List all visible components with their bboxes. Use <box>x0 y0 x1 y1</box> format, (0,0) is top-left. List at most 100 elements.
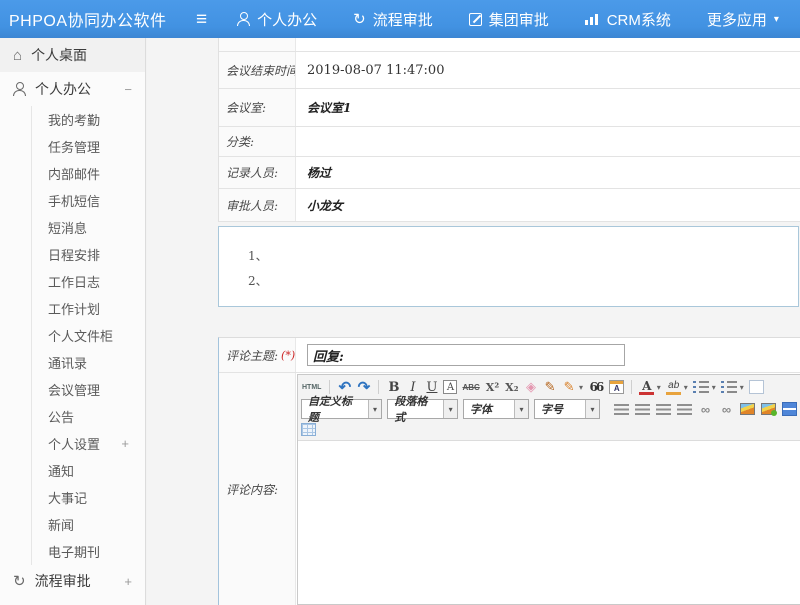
sidebar-item-short-message[interactable]: 短消息 <box>32 214 145 241</box>
font-color-caret[interactable]: ▾ <box>655 378 662 396</box>
format-dropdown[interactable]: 字号 ▾ <box>534 399 600 419</box>
nav-label: 流程审批 <box>373 9 433 30</box>
new-document-button[interactable] <box>749 380 764 394</box>
sidebar-item-e-journal[interactable]: 电子期刊 <box>32 538 145 565</box>
sidebar-item-label: 手机短信 <box>48 191 100 210</box>
link-button[interactable]: ∞ <box>698 400 713 418</box>
sidebar: ⌂ 个人桌面 个人办公 − 我的考勤 任务管理 内部邮件 手机短信 <box>0 38 146 605</box>
sidebar-item-personal-desktop[interactable]: ⌂ 个人桌面 <box>0 38 145 72</box>
minutes-line: 1、 <box>248 244 798 269</box>
align-left-button[interactable] <box>614 404 629 415</box>
chevron-down-icon[interactable]: ▾ <box>585 400 599 418</box>
hamburger-icon[interactable]: ≡ <box>196 10 207 29</box>
sidebar-item-major-events[interactable]: 大事记 <box>32 484 145 511</box>
sidebar-item-task-management[interactable]: 任务管理 <box>32 133 145 160</box>
edit-icon <box>469 13 482 26</box>
nav-group-approval[interactable]: 集团审批 <box>469 9 549 30</box>
superscript-button[interactable]: X² <box>485 378 500 396</box>
sidebar-item-label: 工作日志 <box>48 272 100 291</box>
unlink-button[interactable]: ∞ <box>719 400 734 418</box>
sidebar-item-work-plan[interactable]: 工作计划 <box>32 295 145 322</box>
table-row: 记录人员: 杨过 <box>219 157 800 189</box>
ordered-list-icon-button[interactable] <box>693 381 709 393</box>
subscript-button[interactable]: X₂ <box>504 378 519 396</box>
ordered-list-caret[interactable]: ▾ <box>710 378 717 396</box>
form-value: 杨过 <box>307 164 331 181</box>
nav-process-approval[interactable]: ↻ 流程审批 <box>353 9 433 30</box>
sidebar-item-label: 电子期刊 <box>48 542 100 561</box>
format-brush-button[interactable]: ✎ <box>543 378 558 396</box>
sidebar-item-label: 个人桌面 <box>31 45 87 65</box>
comment-content-label: 评论内容: <box>226 481 278 498</box>
unordered-list-caret[interactable]: ▾ <box>738 378 745 396</box>
paste-from-word-button[interactable]: A <box>609 380 624 394</box>
sidebar-item-label: 个人文件柜 <box>48 326 113 345</box>
media-button[interactable] <box>782 402 797 416</box>
nav-label: 集团审批 <box>489 9 549 30</box>
collapse-icon[interactable]: − <box>124 82 132 97</box>
blockquote-button[interactable]: 66 <box>589 378 606 396</box>
nav-personal-office[interactable]: 个人办公 <box>237 9 317 30</box>
sidebar-item-label: 任务管理 <box>48 137 100 156</box>
font-box-button[interactable]: A <box>443 380 457 394</box>
sidebar-item-label: 通知 <box>48 461 74 480</box>
text-color-button[interactable]: ✎ <box>562 378 577 396</box>
highlight-button[interactable]: ab <box>666 380 681 395</box>
unordered-list-icon-button[interactable] <box>721 381 737 393</box>
net-image-button[interactable] <box>761 403 776 415</box>
toolbar-separator <box>378 380 379 394</box>
sidebar-item-label: 会议管理 <box>48 380 100 399</box>
sidebar-item-process-approval[interactable]: ↻ 流程审批 + <box>0 565 145 597</box>
sidebar-item-attendance[interactable]: 我的考勤 <box>32 106 145 133</box>
sidebar-item-contacts[interactable]: 通讯录 <box>32 349 145 376</box>
font-color-button[interactable]: A <box>639 380 654 395</box>
minutes-line: 2、 <box>248 269 798 294</box>
align-justify-button[interactable] <box>677 404 692 415</box>
sidebar-item-label: 公告 <box>48 407 74 426</box>
app-logo: PHPOA协同办公软件 <box>0 7 196 31</box>
form-value-cell <box>296 127 800 156</box>
insert-table-button[interactable] <box>301 423 316 436</box>
sidebar-item-label: 个人办公 <box>35 79 91 99</box>
form-label: 会议结束时间: <box>219 52 296 88</box>
sidebar-item-personal-files[interactable]: 个人文件柜 <box>32 322 145 349</box>
form-value-cell: 杨过 <box>296 157 800 188</box>
sidebar-item-internal-mail[interactable]: 内部邮件 <box>32 160 145 187</box>
editor-content-area[interactable] <box>298 441 800 604</box>
sidebar-item-personal-settings[interactable]: 个人设置 + <box>32 430 145 457</box>
rich-text-editor: HTML ↶ ↷ B I <box>297 374 800 605</box>
nav-more-apps[interactable]: 更多应用 ▾ <box>707 9 779 30</box>
eraser-button[interactable]: ◈ <box>524 378 539 396</box>
sidebar-item-meeting-management[interactable]: 会议管理 <box>32 376 145 403</box>
form-label: 会议室: <box>219 89 296 126</box>
person-icon <box>13 82 26 96</box>
expand-icon[interactable]: + <box>124 574 132 589</box>
comment-subject-value-cell <box>296 338 800 372</box>
dropdown-value: 段落格式 <box>388 393 443 425</box>
form-value-cell <box>296 38 800 51</box>
sidebar-item-personal-office[interactable]: 个人办公 − <box>0 72 145 106</box>
chevron-down-icon[interactable]: ▾ <box>514 400 528 418</box>
text-color-caret[interactable]: ▾ <box>578 378 585 396</box>
image-button[interactable] <box>740 403 755 415</box>
form-label-cell <box>219 38 296 51</box>
format-dropdown[interactable]: 段落格式 ▾ <box>387 399 458 419</box>
highlight-caret[interactable]: ▾ <box>682 378 689 396</box>
sidebar-item-work-log[interactable]: 工作日志 <box>32 268 145 295</box>
format-dropdown[interactable]: 自定义标题 ▾ <box>301 399 382 419</box>
sidebar-item-mobile-sms[interactable]: 手机短信 <box>32 187 145 214</box>
sidebar-item-notice[interactable]: 通知 <box>32 457 145 484</box>
align-center-button[interactable] <box>635 404 650 415</box>
chevron-down-icon[interactable]: ▾ <box>368 400 382 418</box>
format-dropdown[interactable]: 字体 ▾ <box>463 399 529 419</box>
nav-crm-system[interactable]: CRM系统 <box>585 9 671 30</box>
chevron-down-icon[interactable]: ▾ <box>443 400 457 418</box>
sidebar-item-label: 我的考勤 <box>48 110 100 129</box>
strikethrough-button[interactable]: ABC <box>461 378 480 396</box>
sidebar-item-announcement[interactable]: 公告 <box>32 403 145 430</box>
top-header: PHPOA协同办公软件 ≡ 个人办公 ↻ 流程审批 集团审批 CRM系统 更多应… <box>0 0 800 38</box>
sidebar-item-schedule[interactable]: 日程安排 <box>32 241 145 268</box>
comment-subject-input[interactable] <box>307 344 625 366</box>
align-right-button[interactable] <box>656 404 671 415</box>
sidebar-item-news[interactable]: 新闻 <box>32 511 145 538</box>
